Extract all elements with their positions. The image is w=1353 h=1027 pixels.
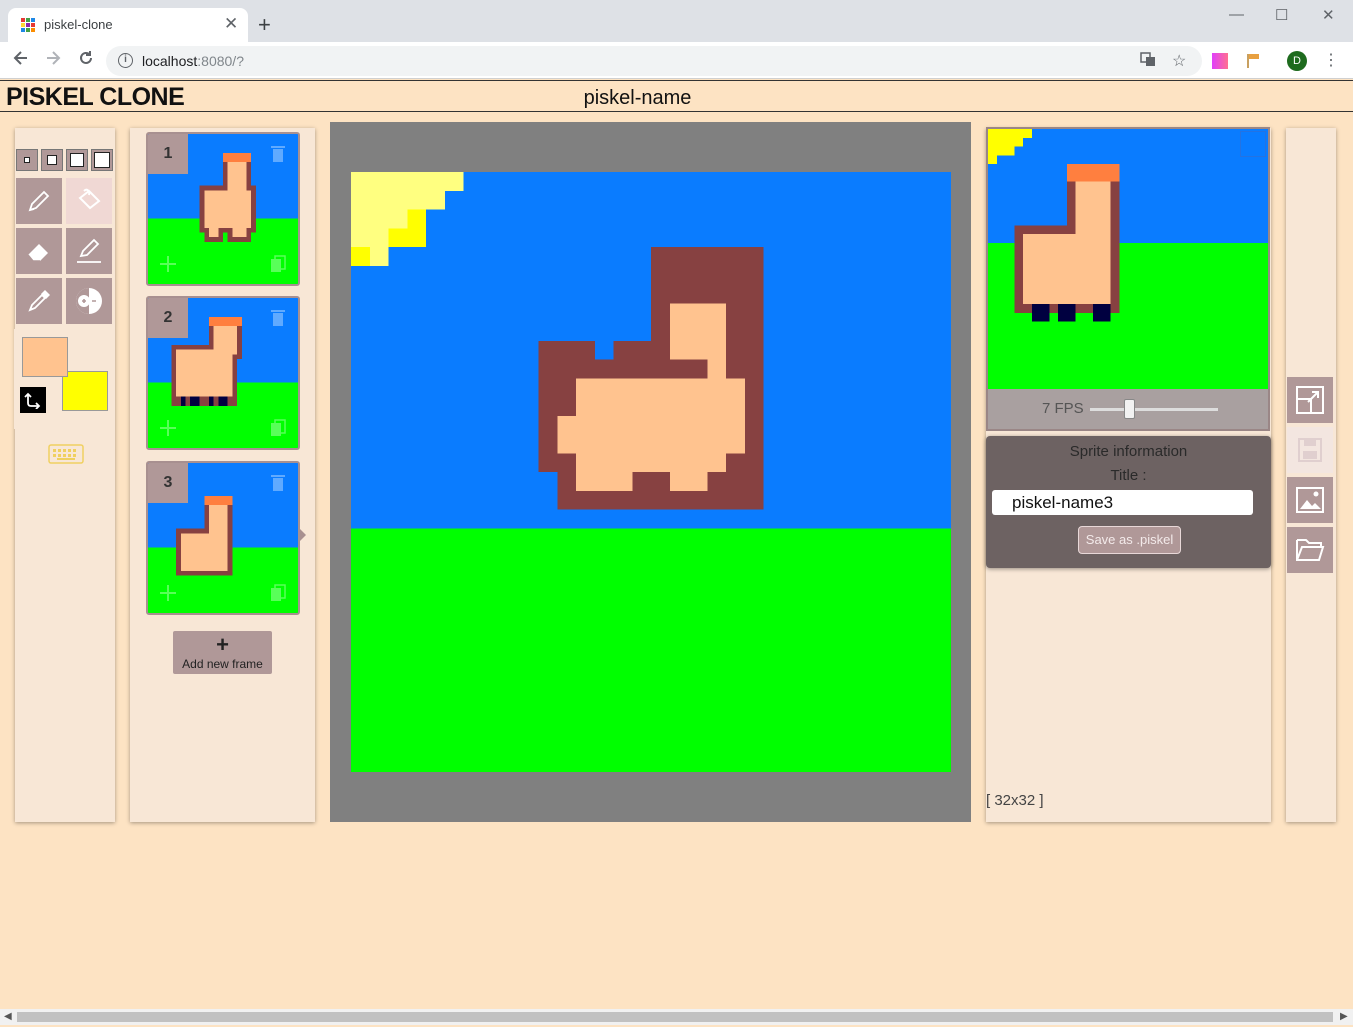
extension-flag-icon[interactable] (1245, 53, 1261, 74)
new-tab-button[interactable]: + (258, 12, 271, 38)
delete-frame-icon[interactable] (258, 463, 298, 503)
pen-tool-button[interactable] (16, 178, 62, 224)
pen-size-4[interactable] (91, 149, 113, 171)
preview-image (988, 129, 1268, 389)
frame-tile[interactable]: 3 (146, 461, 300, 615)
duplicate-frame-icon[interactable] (258, 244, 298, 284)
resize-button[interactable] (1287, 377, 1333, 423)
eraser-tool-button[interactable] (16, 228, 62, 274)
sprite-information-panel: Sprite information Title : Save as .pisk… (986, 436, 1271, 568)
pen-size-2[interactable] (41, 149, 63, 171)
site-info-icon[interactable]: i (118, 53, 133, 68)
paint-bucket-icon (78, 188, 101, 210)
color-picker-tool-button[interactable] (16, 278, 62, 324)
save-as-piskel-button[interactable]: Save as .piskel (1078, 526, 1181, 554)
frame-number: 2 (148, 298, 188, 338)
eraser-icon (27, 244, 48, 262)
translate-icon[interactable] (1140, 51, 1156, 72)
duplicate-frame-icon[interactable] (258, 573, 298, 613)
horizontal-scrollbar[interactable]: ◀ ▶ (0, 1009, 1353, 1025)
frame-number: 1 (148, 134, 188, 174)
keyboard-shortcuts-icon[interactable] (48, 444, 84, 469)
browser-menu-icon[interactable]: ⋮ (1323, 50, 1339, 70)
add-frame-label: Add new frame (182, 657, 263, 671)
secondary-color-swatch[interactable] (62, 371, 108, 411)
frame-tile[interactable]: 2 (146, 296, 300, 450)
scroll-right-icon[interactable]: ▶ (1340, 1011, 1348, 1022)
color-selector (14, 329, 114, 429)
profile-avatar[interactable]: D (1287, 51, 1307, 71)
lighten-darken-icon (76, 288, 102, 314)
extension-gradient-icon[interactable] (1212, 53, 1228, 74)
scroll-left-icon[interactable]: ◀ (4, 1011, 12, 1022)
fps-label: 7 FPS (1042, 400, 1084, 417)
export-image-icon (1296, 487, 1324, 513)
frame-number: 3 (148, 463, 188, 503)
browser-titlebar: piskel-clone ✕ + — ☐ ✕ (0, 0, 1353, 42)
save-icon (1298, 438, 1322, 462)
pen-size-1[interactable] (16, 149, 38, 171)
actions-panel (1286, 128, 1336, 822)
title-label: Title : (1110, 467, 1147, 484)
url-text: localhost:8080/? (142, 53, 244, 69)
llama-head-overlay (351, 172, 951, 772)
tab-close-icon[interactable]: ✕ (224, 14, 238, 34)
canvas-container (330, 122, 971, 822)
stroke-tool-button[interactable] (66, 228, 112, 274)
piskel-name: piskel-name (583, 87, 692, 109)
frame-tile[interactable]: 1 (146, 132, 300, 286)
export-image-button[interactable] (1287, 477, 1333, 523)
address-bar[interactable]: i localhost:8080/? ☆ (106, 46, 1202, 76)
scrollbar-thumb[interactable] (17, 1012, 1333, 1022)
app-header: PISKEL CLONE piskel-name (0, 80, 1353, 112)
browser-tab[interactable]: piskel-clone ✕ (8, 8, 248, 42)
close-icon[interactable]: ✕ (1322, 6, 1335, 24)
fullscreen-preview-icon[interactable] (1240, 131, 1266, 157)
app-favicon-icon (21, 18, 35, 32)
fps-slider-thumb[interactable] (1124, 399, 1135, 419)
swap-arrows-icon (24, 392, 41, 409)
lighten-tool-button[interactable] (66, 278, 112, 324)
line-pen-icon (77, 238, 101, 263)
move-frame-icon[interactable] (148, 573, 188, 613)
canvas-size-label: [ 32x32 ] (986, 792, 1044, 809)
reload-icon[interactable] (77, 49, 95, 72)
tab-title: piskel-clone (44, 17, 113, 32)
duplicate-frame-icon[interactable] (258, 408, 298, 448)
swap-colors-button[interactable] (20, 387, 46, 413)
bookmark-star-icon[interactable]: ☆ (1172, 51, 1186, 71)
paint-bucket-tool-button[interactable] (66, 178, 112, 224)
pen-size-3[interactable] (66, 149, 88, 171)
add-frame-button[interactable]: + Add new frame (173, 631, 272, 674)
save-button[interactable] (1287, 427, 1333, 473)
open-folder-icon (1296, 539, 1325, 561)
open-file-button[interactable] (1287, 527, 1333, 573)
back-icon[interactable] (12, 49, 30, 72)
selected-frame-pointer-icon (300, 529, 306, 541)
delete-frame-icon[interactable] (258, 134, 298, 174)
resize-icon (1296, 386, 1324, 414)
minimize-icon[interactable]: — (1229, 6, 1244, 23)
fps-slider-track[interactable] (1090, 408, 1218, 411)
tool-grid (16, 178, 114, 324)
delete-frame-icon[interactable] (258, 298, 298, 338)
plus-icon: + (216, 632, 229, 657)
forward-icon[interactable] (44, 49, 62, 72)
sprite-title-input[interactable] (992, 490, 1253, 515)
animation-preview: 7 FPS (986, 127, 1270, 431)
pen-size-selector (16, 149, 113, 171)
maximize-icon[interactable]: ☐ (1275, 6, 1288, 24)
eyedropper-icon (28, 290, 50, 312)
move-frame-icon[interactable] (148, 408, 188, 448)
primary-color-swatch[interactable] (22, 337, 68, 377)
pencil-icon (28, 190, 50, 212)
sprite-info-heading: Sprite information (1069, 443, 1188, 460)
browser-toolbar: i localhost:8080/? ☆ D ⋮ (0, 42, 1353, 79)
move-frame-icon[interactable] (148, 244, 188, 284)
